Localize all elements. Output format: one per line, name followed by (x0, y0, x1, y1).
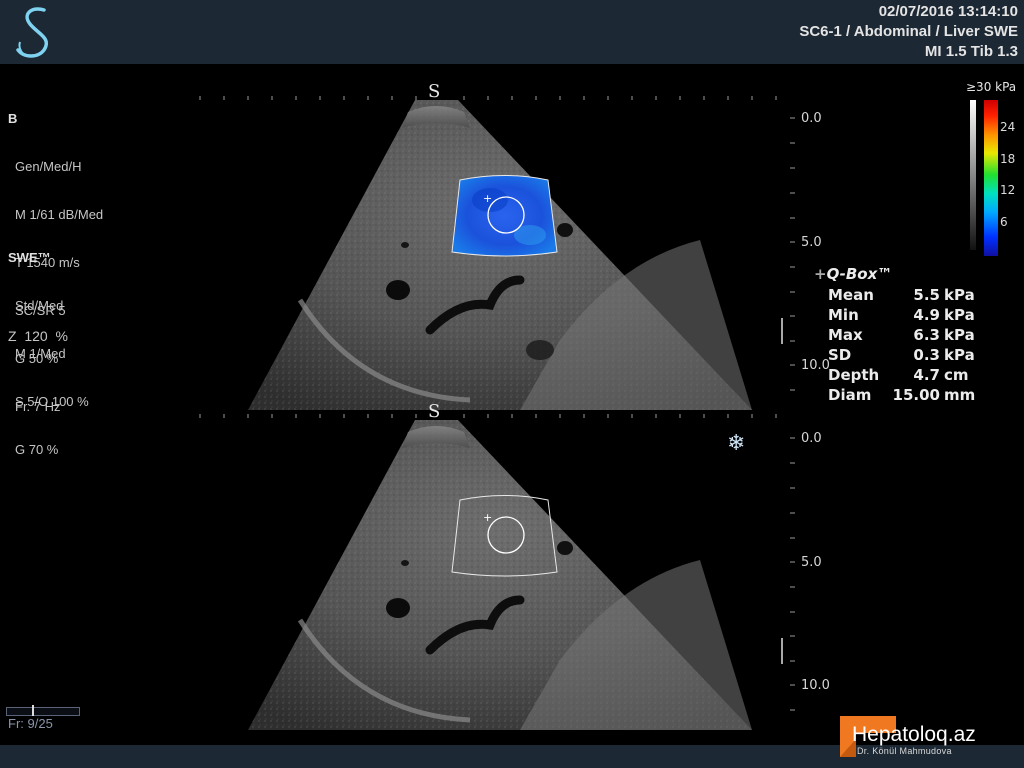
snowflake-icon: ❄ (727, 431, 746, 456)
qbox-row: Max 6.3 kPa (828, 326, 975, 344)
depth-label-bottom-5: 5.0 (801, 555, 822, 570)
colorbar-label: 6 (1000, 215, 1008, 229)
qbox-row: Diam 15.00 mm (828, 386, 976, 404)
depth-label-bottom-10: 10.0 (801, 678, 830, 693)
watermark-subtitle: Dr. Könül Mahmudova (857, 746, 952, 756)
frame-counter: Fr: 9/25 (8, 716, 53, 731)
colorbar-label: 24 (1000, 120, 1016, 134)
swe-param: G 70 % (15, 442, 59, 457)
qbox-row: SD 0.3 kPa (828, 346, 975, 364)
qbox-row: Min 4.9 kPa (828, 306, 975, 324)
swe-mode-title: SWE™ (8, 250, 51, 265)
qbox-row: Depth 4.7 cm (828, 366, 969, 384)
cine-scrollbar[interactable] (6, 705, 80, 716)
swe-color-box: + (451, 175, 558, 257)
qbox-row: Mean 5.5 kPa (828, 286, 975, 304)
depth-ticks-top (790, 117, 795, 391)
colorbar-title: ≥30 kPa (966, 80, 1017, 94)
swe-mode-params: SWE™ Std/Med M 1/Med S 5/O 100 % G 70 % (8, 218, 89, 474)
qbox-title: +Q-Box™ (814, 265, 893, 283)
qbox-measurements: +Q-Box™ Mean 5.5 kPa Min 4.9 kPa Max 6.3 kPa S… (814, 265, 1014, 406)
cine-position-marker[interactable] (32, 705, 35, 716)
depth-label-bottom-0: 0.0 (801, 431, 822, 446)
bottom-bmode-sector: + (248, 420, 752, 730)
zoom-level: Z 120 % (8, 328, 68, 344)
svg-text:+: + (483, 511, 492, 524)
b-param: Gen/Med/H (15, 159, 82, 174)
depth-label-top-5: 5.0 (801, 235, 822, 250)
probe-orientation-icon: S (428, 81, 440, 102)
elasticity-colorbar (984, 100, 998, 256)
watermark-title: Hepatoloq.az (852, 723, 976, 746)
svg-text:+: + (483, 192, 492, 205)
grayscale-bar (970, 100, 976, 250)
depth-ticks-bottom (790, 437, 795, 711)
depth-label-top-0: 0.0 (801, 111, 822, 126)
swe-param: M 1/Med (15, 346, 66, 361)
colorbar-label: 12 (1000, 183, 1016, 197)
lateral-ticks-bottom (199, 414, 777, 418)
swe-param: S 5/O 100 % (15, 394, 89, 409)
lateral-ticks-top (199, 96, 777, 100)
b-mode-title: B (8, 111, 18, 126)
swe-param: Std/Med (15, 298, 64, 313)
probe-orientation-icon-bottom: S (428, 401, 440, 422)
colorbar-label: 18 (1000, 152, 1016, 166)
